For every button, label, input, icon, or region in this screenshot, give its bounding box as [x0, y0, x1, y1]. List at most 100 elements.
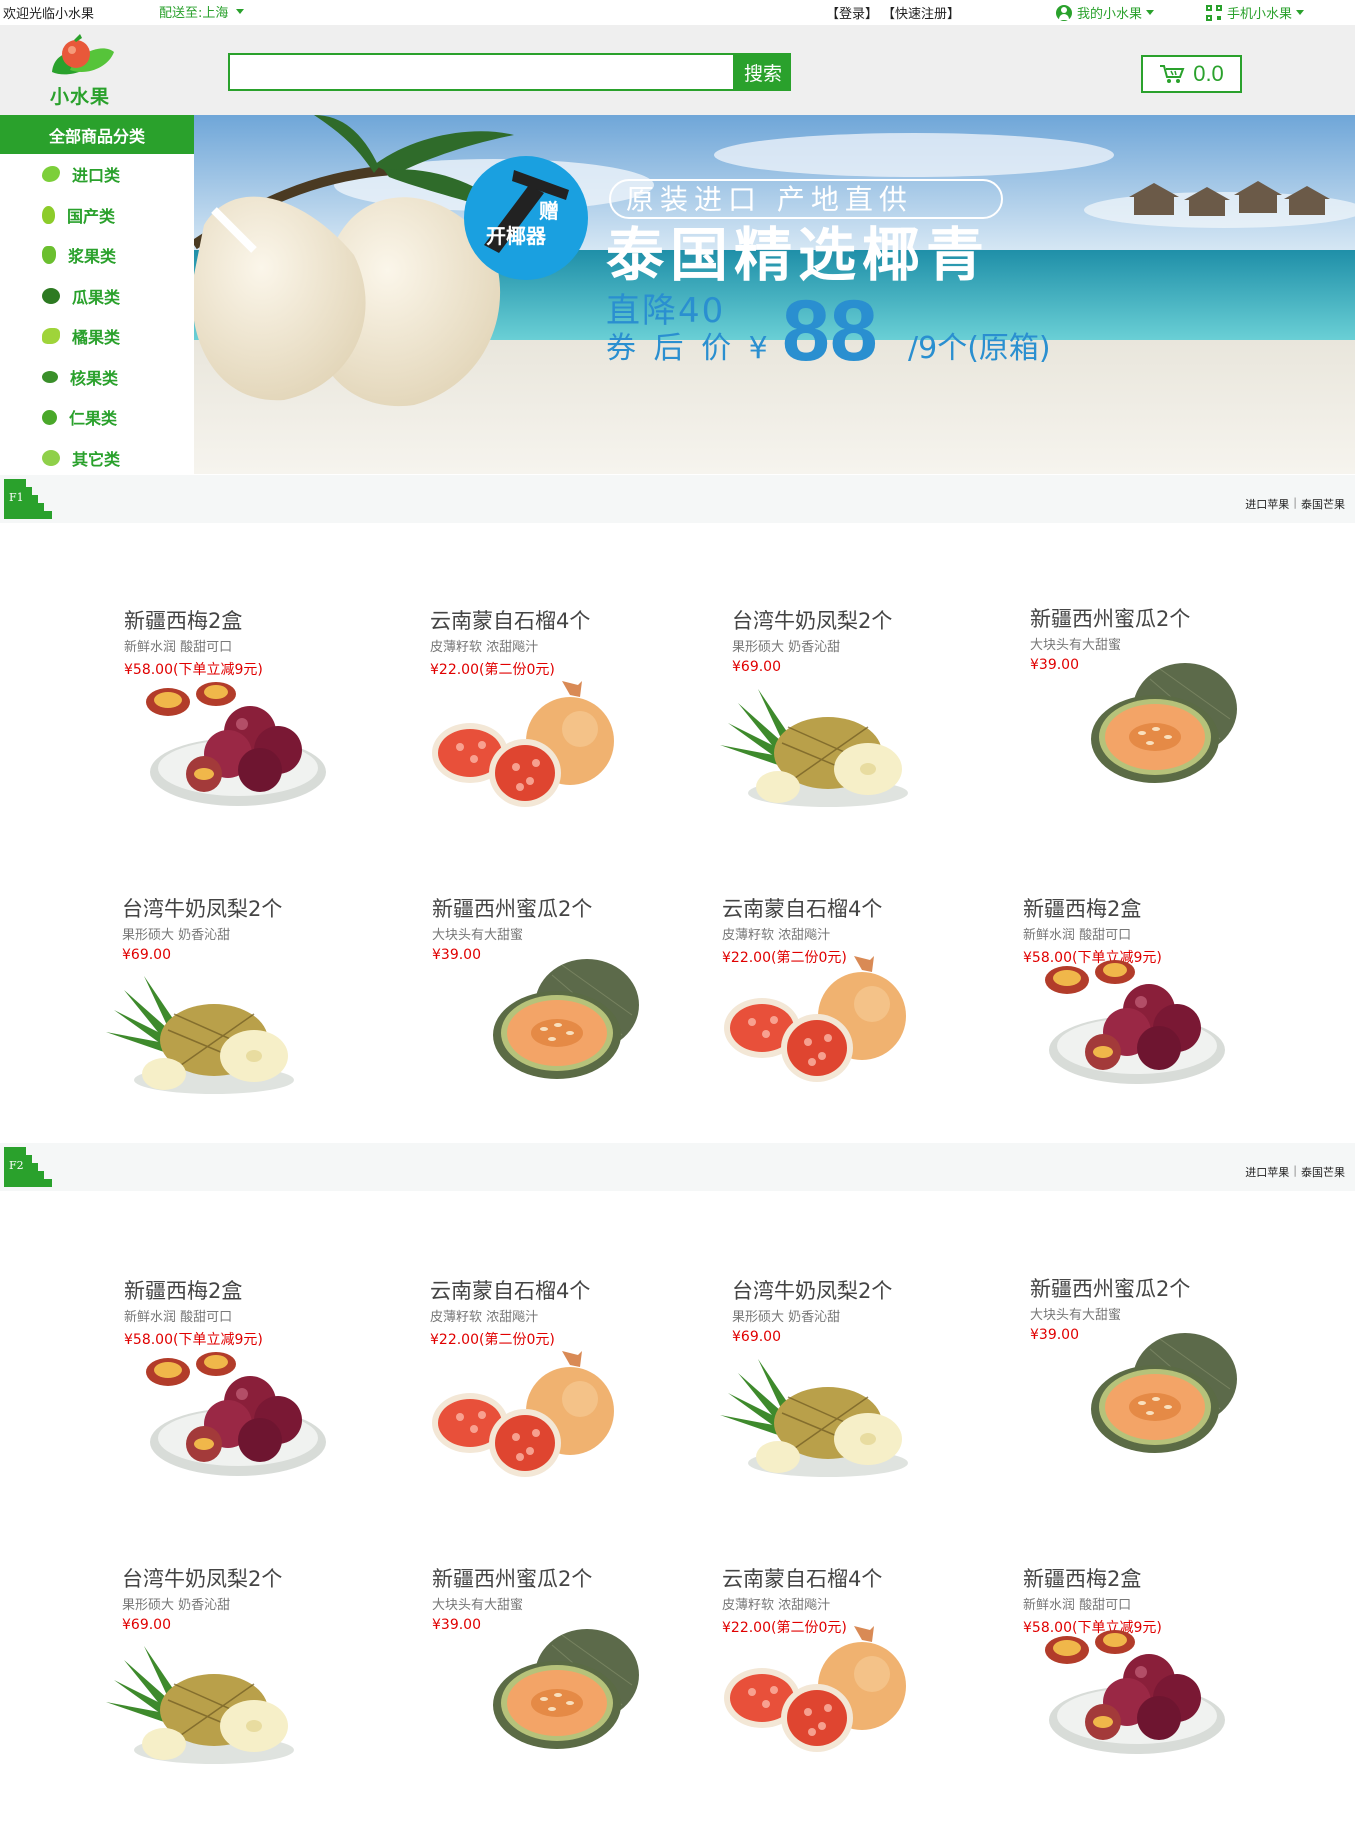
product-card[interactable]: 台湾牛奶凤梨2个 果形硕大 奶香沁甜 ¥69.00 [106, 893, 382, 1123]
product-description: 皮薄籽软 浓甜飚汁 [722, 928, 831, 943]
delivery-location-label: 配送至:上海 [159, 6, 229, 21]
search-button[interactable]: 搜索 [735, 53, 791, 91]
product-name[interactable]: 新疆西梅2盒 [124, 605, 242, 635]
product-card[interactable]: 新疆西州蜜瓜2个 大块头有大甜蜜 ¥39.00 [1030, 1273, 1290, 1503]
grapes-icon [42, 246, 56, 265]
product-name[interactable]: 台湾牛奶凤梨2个 [122, 1563, 282, 1593]
category-item-label: 浆果类 [68, 247, 117, 267]
melon-image[interactable] [462, 1625, 652, 1759]
product-name[interactable]: 云南蒙自石榴4个 [722, 1563, 882, 1593]
login-link[interactable]: 【登录】 [826, 3, 878, 22]
pomegranate-image[interactable] [722, 1626, 912, 1760]
category-item-stone-fruit[interactable]: 核果类 [0, 357, 194, 398]
pomegranate-image[interactable] [722, 956, 912, 1090]
site-logo[interactable]: 小水果 [46, 32, 120, 108]
plum-image[interactable] [138, 1350, 328, 1484]
product-name[interactable]: 新疆西州蜜瓜2个 [1030, 603, 1190, 633]
search-input[interactable] [230, 55, 733, 89]
category-item-domestic[interactable]: 国产类 [0, 195, 194, 236]
product-name[interactable]: 新疆西梅2盒 [124, 1275, 242, 1305]
product-name[interactable]: 新疆西州蜜瓜2个 [1030, 1273, 1190, 1303]
product-name[interactable]: 台湾牛奶凤梨2个 [122, 893, 282, 923]
product-card[interactable]: 云南蒙自石榴4个 皮薄籽软 浓甜飚汁 ¥22.00(第二份0元) [430, 1275, 690, 1505]
plum-image[interactable] [1037, 1628, 1227, 1762]
register-link[interactable]: 【快速注册】 [882, 3, 960, 22]
mobile-app-dropdown[interactable]: 手机小水果 [1206, 3, 1305, 22]
category-item-imported[interactable]: 进口类 [0, 154, 194, 195]
product-name[interactable]: 新疆西州蜜瓜2个 [432, 893, 592, 923]
product-name[interactable]: 新疆西州蜜瓜2个 [432, 1563, 592, 1593]
banner-gift-text: 开椰器 [486, 224, 547, 248]
product-name[interactable]: 云南蒙自石榴4个 [430, 1275, 590, 1305]
product-card[interactable]: 新疆西州蜜瓜2个 大块头有大甜蜜 ¥39.00 [432, 1563, 692, 1793]
category-item-citrus[interactable]: 橘果类 [0, 316, 194, 357]
melon-image[interactable] [1060, 659, 1250, 793]
category-item-melons[interactable]: 瓜果类 [0, 276, 194, 317]
category-item-berries[interactable]: 浆果类 [0, 235, 194, 276]
logo-text: 小水果 [50, 86, 111, 108]
product-name[interactable]: 台湾牛奶凤梨2个 [732, 605, 892, 635]
banner-gift-label: 赠 [539, 199, 559, 223]
product-description: 新鲜水润 酸甜可口 [1023, 1598, 1132, 1613]
pineapple-image[interactable] [104, 970, 294, 1104]
product-card[interactable]: 新疆西州蜜瓜2个 大块头有大甜蜜 ¥39.00 [432, 893, 692, 1123]
pineapple-image[interactable] [718, 1353, 908, 1487]
product-name[interactable]: 云南蒙自石榴4个 [430, 605, 590, 635]
fruit-mix-icon [42, 449, 60, 466]
product-description: 皮薄籽软 浓甜飚汁 [722, 1598, 831, 1613]
floor-link[interactable]: 泰国芒果 [1301, 496, 1345, 512]
product-card[interactable]: 台湾牛奶凤梨2个果形硕大 奶香沁甜 ¥69.00 [720, 1275, 992, 1505]
product-card[interactable]: 新疆西梅2盒 新鲜水润 酸甜可口 ¥58.00(下单立减9元) [124, 605, 384, 835]
product-description: 大块头有大甜蜜 [1030, 638, 1122, 653]
product-card[interactable]: 台湾牛奶凤梨2个 果形硕大 奶香沁甜 ¥69.00 [720, 605, 992, 835]
my-account-dropdown[interactable]: 我的小水果 [1056, 3, 1155, 22]
product-price: ¥69.00 [732, 659, 781, 675]
product-name[interactable]: 新疆西梅2盒 [1023, 893, 1141, 923]
banner-tagline: 原装进口 产地直供 [626, 183, 913, 216]
lemon-icon [42, 328, 60, 345]
pineapple-image[interactable] [718, 683, 908, 817]
link-separator: | [1293, 496, 1297, 509]
product-price: ¥69.00 [732, 1329, 781, 1345]
promo-banner[interactable]: 赠 开椰器 原装进口 产地直供 泰国精选椰青 直降40 券 后 价 ¥ 88 /… [194, 115, 1355, 474]
product-card[interactable]: 新疆西梅2盒 新鲜水润 酸甜可口 ¥58.00(下单立减9元) [1023, 1563, 1283, 1793]
delivery-location-dropdown[interactable]: 配送至:上海 [159, 2, 245, 21]
pomegranate-image[interactable] [430, 681, 620, 815]
product-card[interactable]: 云南蒙自石榴4个 皮薄籽软 浓甜飚汁 ¥22.00(第二份0元) [430, 605, 690, 835]
category-item-label: 其它类 [72, 449, 121, 469]
plum-image[interactable] [138, 680, 328, 814]
floor-link[interactable]: 进口苹果 [1245, 1164, 1289, 1180]
cart-button[interactable]: 0.0 [1141, 55, 1242, 93]
product-price: ¥69.00 [122, 947, 171, 963]
pineapple-image[interactable] [104, 1640, 294, 1774]
floor-link[interactable]: 进口苹果 [1245, 496, 1289, 512]
product-name[interactable]: 台湾牛奶凤梨2个 [732, 1275, 892, 1305]
product-description: 大块头有大甜蜜 [432, 928, 524, 943]
product-card[interactable]: 新疆西州蜜瓜2个 大块头有大甜蜜 ¥39.00 [1030, 603, 1290, 833]
site-header: 小水果 搜索 0.0 [0, 25, 1355, 115]
product-description: 果形硕大 奶香沁甜 [732, 1310, 841, 1325]
floor-tag-icon [4, 1147, 52, 1187]
product-name[interactable]: 云南蒙自石榴4个 [722, 893, 882, 923]
chevron-down-icon [1146, 10, 1155, 15]
product-card[interactable]: 云南蒙自石榴4个 皮薄籽软 浓甜飚汁 ¥22.00(第二份0元) [722, 893, 982, 1123]
my-account-label: 我的小水果 [1077, 7, 1143, 22]
banner-price: 88 [782, 283, 878, 379]
category-item-label: 核果类 [70, 368, 119, 388]
category-item-others[interactable]: 其它类 [0, 438, 194, 479]
product-card[interactable]: 台湾牛奶凤梨2个 果形硕大 奶香沁甜 ¥69.00 [106, 1563, 382, 1793]
melon-image[interactable] [462, 955, 652, 1089]
product-name[interactable]: 新疆西梅2盒 [1023, 1563, 1141, 1593]
mobile-app-label: 手机小水果 [1227, 7, 1293, 22]
floor-bar-f1: F1 进口苹果 | 泰国芒果 [0, 475, 1355, 523]
product-price: ¥22.00(第二份0元) [430, 1332, 555, 1348]
pomegranate-image[interactable] [430, 1351, 620, 1485]
plum-image[interactable] [1037, 958, 1227, 1092]
product-card[interactable]: 云南蒙自石榴4个 皮薄籽软 浓甜飚汁 ¥22.00(第二份0元) [722, 1563, 982, 1793]
product-card[interactable]: 新疆西梅2盒 新鲜水润 酸甜可口 ¥58.00(下单立减9元) [1023, 893, 1283, 1123]
category-item-pome-fruit[interactable]: 仁果类 [0, 397, 194, 438]
melon-image[interactable] [1060, 1329, 1250, 1463]
product-card[interactable]: 新疆西梅2盒 新鲜水润 酸甜可口 ¥58.00(下单立减9元) [124, 1275, 384, 1505]
category-item-label: 国产类 [67, 206, 116, 226]
floor-link[interactable]: 泰国芒果 [1301, 1164, 1345, 1180]
